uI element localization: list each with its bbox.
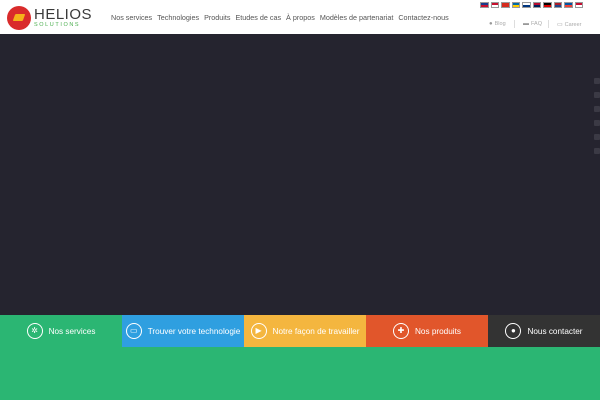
divider [514,20,515,28]
logo-icon [7,6,31,30]
flag-dk-icon[interactable] [574,2,583,8]
nav-item-products[interactable]: Produits [204,13,230,22]
monitor-icon: ▭ [125,323,142,339]
hero-banner [0,34,600,315]
tab-label: Nos produits [415,326,461,336]
youtube-icon[interactable] [594,120,600,126]
tab-products[interactable]: ✚ Nos produits [366,315,488,347]
career-link[interactable]: ▭ Career [557,21,582,29]
flag-nl-icon[interactable] [553,2,562,8]
briefcase-icon: ▭ [557,22,563,28]
flag-at-icon[interactable] [490,2,499,8]
linkedin-icon[interactable] [594,134,600,140]
logo-tagline: SOLUTIONS [34,22,81,29]
nav-item-technologies[interactable]: Technologies [157,13,199,22]
gift-icon: ✚ [393,323,410,339]
nav-item-case-studies[interactable]: Etudes de cas [235,13,281,22]
tab-label: Notre façon de travailler [272,326,360,336]
nav-item-contact[interactable]: Contactez-nous [398,13,448,22]
nav-item-about[interactable]: À propos [286,13,315,22]
user-icon: ● [489,21,493,27]
language-flags [480,2,583,8]
tab-contact[interactable]: ● Nous contacter [488,315,600,347]
nav-item-partnership[interactable]: Modèles de partenariat [320,13,394,22]
flag-fi-icon[interactable] [522,2,531,8]
tab-label: Trouver votre technologie [147,326,241,336]
user-icon: ● [505,323,522,339]
facebook-icon[interactable] [594,78,600,84]
social-sidebar [594,78,600,154]
faq-label: FAQ [531,21,543,27]
play-icon: ▶ [250,323,267,339]
flag-se-icon[interactable] [511,2,520,8]
tab-label: Nous contacter [527,326,583,336]
flag-en-icon[interactable] [480,2,489,8]
xing-icon[interactable] [594,148,600,154]
divider [548,20,549,28]
flag-ch-icon[interactable] [501,2,510,8]
feature-tabs: ✲ Nos services ▭ Trouver votre technolog… [0,315,600,347]
logo[interactable]: HELIOS SOLUTIONS [7,5,92,31]
flag-fr-icon[interactable] [564,2,573,8]
flag-no-icon[interactable] [532,2,541,8]
google-plus-icon[interactable] [594,106,600,112]
twitter-icon[interactable] [594,92,600,98]
faq-link[interactable]: ▬ FAQ [523,21,542,27]
chat-icon: ▬ [523,21,529,27]
logo-name: HELIOS [34,6,93,24]
tab-services[interactable]: ✲ Nos services [0,315,122,347]
main-nav: Nos services Technologies Produits Etude… [111,13,454,22]
tab-way-of-working[interactable]: ▶ Notre façon de travailler [244,315,366,347]
gear-icon: ✲ [26,323,43,339]
career-label: Career [564,21,582,28]
flag-de-icon[interactable] [543,2,552,8]
blog-label: Blog [494,21,506,27]
blog-link[interactable]: ● Blog [489,21,506,27]
nav-item-services[interactable]: Nos services [111,13,152,22]
site-header: HELIOS SOLUTIONS Nos services Technologi… [0,0,600,34]
content-section [0,347,600,400]
tab-label: Nos services [48,326,96,336]
tab-technology[interactable]: ▭ Trouver votre technologie [122,315,244,347]
